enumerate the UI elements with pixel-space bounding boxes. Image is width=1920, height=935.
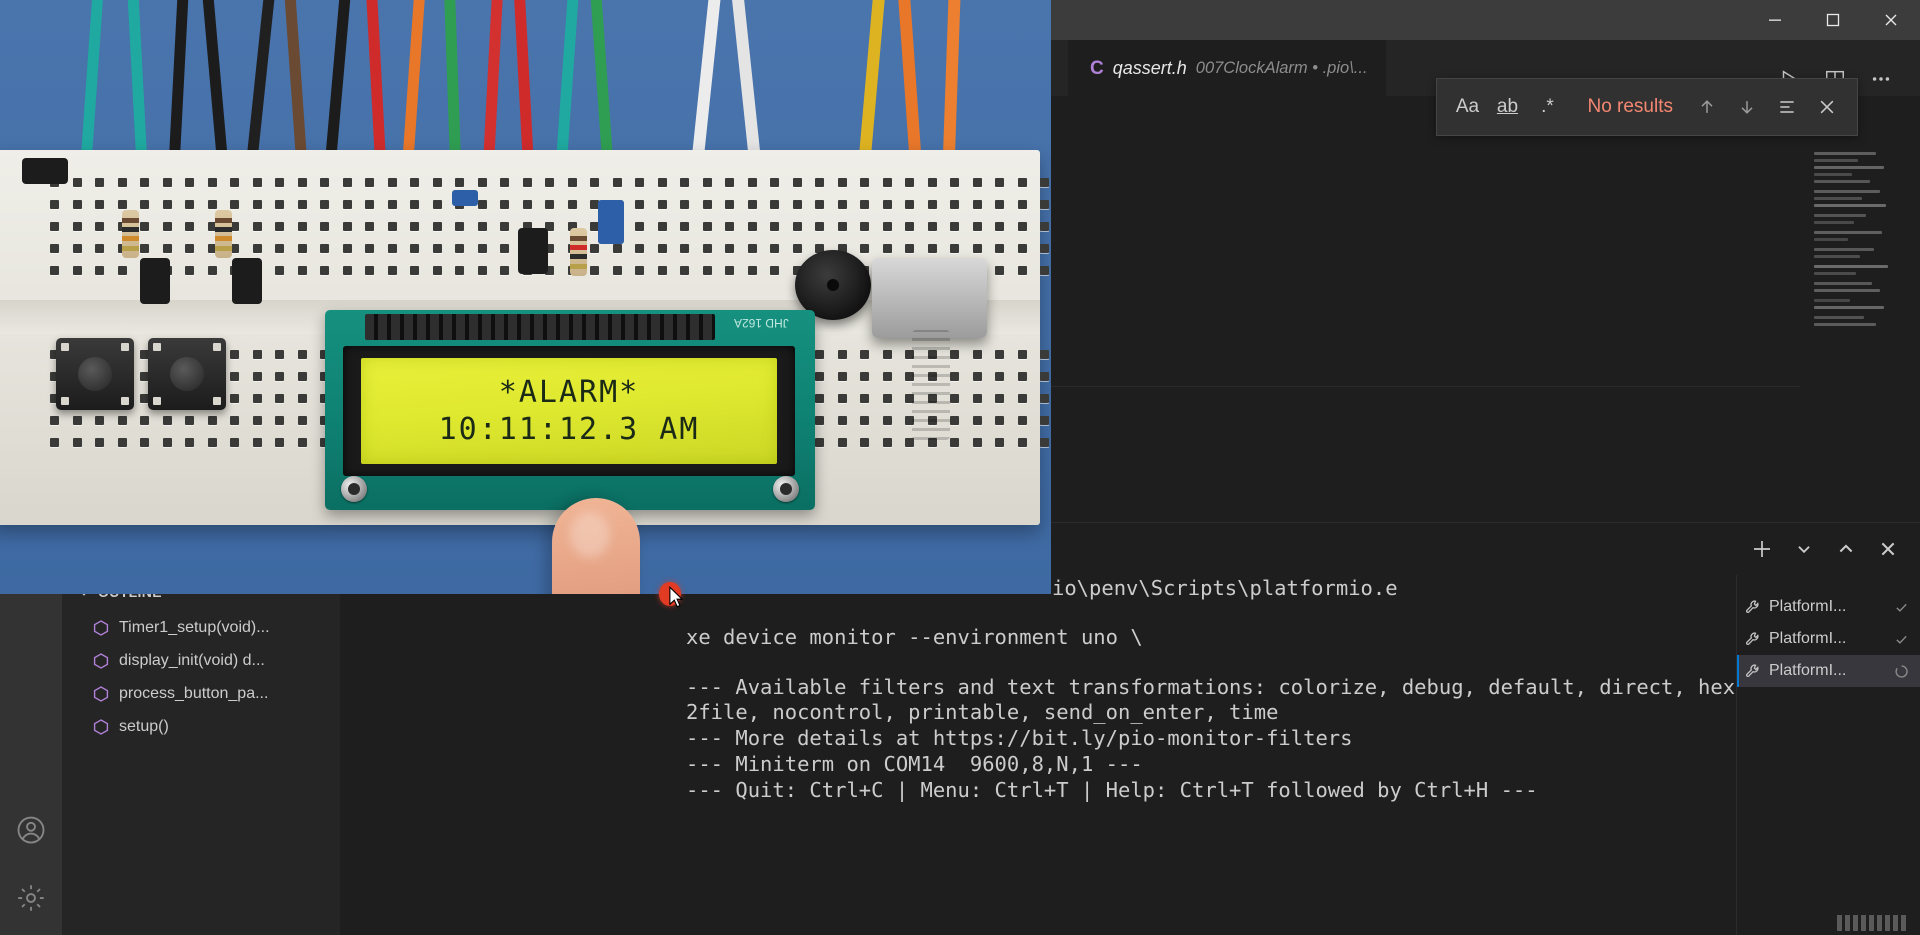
find-in-selection-icon[interactable]	[1767, 87, 1807, 127]
terminal-line: 2file, nocontrol, printable, send_on_ent…	[686, 700, 1279, 724]
regex-icon[interactable]: .*	[1527, 87, 1567, 127]
terminal-status-check-icon	[1892, 600, 1910, 615]
terminal-line: --- Miniterm on COM14 9600,8,N,1 ---	[686, 752, 1143, 776]
find-previous-icon[interactable]	[1687, 87, 1727, 127]
symbol-method-icon	[92, 619, 110, 637]
lcd-pin-header	[365, 314, 715, 340]
terminal-path-fragment: io\penv\Scripts\platformio.e	[1052, 576, 1398, 600]
symbol-method-icon	[92, 685, 110, 703]
tactile-button-left	[56, 338, 134, 410]
outline-item-label: display_init(void) d...	[119, 651, 265, 669]
terminal-tab-label: PlatformI...	[1769, 662, 1847, 679]
jumper-connector	[140, 258, 170, 304]
terminal-wrench-icon	[1745, 599, 1761, 615]
more-actions-icon[interactable]	[1864, 62, 1898, 96]
account-icon[interactable]	[0, 799, 62, 861]
symbol-method-icon	[92, 652, 110, 670]
editor-tab-qassert-h[interactable]: C qassert.h 007ClockAlarm • .pio\...	[1068, 40, 1386, 96]
window-controls	[1746, 0, 1920, 40]
find-widget: Aa ab .* No results	[1436, 78, 1858, 136]
potentiometer-body	[872, 258, 987, 338]
outline-item[interactable]: display_init(void) d...	[62, 644, 340, 677]
jumper-connector	[232, 258, 262, 304]
potentiometer-shaft	[912, 330, 950, 440]
terminal-tab-active[interactable]: PlatformI...	[1737, 655, 1920, 687]
jumper-connector	[518, 228, 548, 274]
resistor	[122, 210, 139, 258]
resistor	[215, 210, 232, 258]
breadboard-hole-row	[50, 244, 1051, 253]
terminal-tab-label: PlatformI...	[1769, 598, 1847, 615]
c-file-icon: C	[1090, 57, 1104, 79]
terminal-output[interactable]: xe device monitor --environment uno \ --…	[680, 575, 1736, 935]
terminal-line: xe device monitor --environment uno \	[686, 625, 1143, 649]
jumper-connector	[598, 200, 624, 244]
outline-item[interactable]: setup()	[62, 710, 340, 743]
new-terminal-icon[interactable]	[1744, 531, 1780, 567]
lcd-screw	[773, 476, 799, 502]
outline-list: Timer1_setup(void)... display_init(void)…	[62, 609, 340, 743]
maximize-icon[interactable]	[1804, 0, 1862, 40]
terminal-status-spinner-icon	[1892, 664, 1910, 679]
lcd-line-2: 10:11:12.3 AM	[438, 412, 700, 447]
tab-filename: qassert.h	[1112, 58, 1187, 78]
terminal-status-check-icon	[1892, 632, 1910, 647]
find-close-icon[interactable]	[1807, 87, 1847, 127]
resistor	[570, 228, 587, 276]
lcd-screen: *ALARM* 10:11:12.3 AM	[361, 358, 777, 464]
lcd-screw	[341, 476, 367, 502]
lcd-module-label: JHD 162A	[734, 316, 789, 330]
terminal-wrench-icon	[1745, 631, 1761, 647]
close-panel-icon[interactable]	[1870, 531, 1906, 567]
tactile-button-right	[148, 338, 226, 410]
terminal-wrench-icon	[1745, 663, 1761, 679]
terminal-line: --- Quit: Ctrl+C | Menu: Ctrl+T | Help: …	[686, 778, 1538, 802]
launch-profile-chevron-icon[interactable]	[1786, 531, 1822, 567]
outline-item-label: process_button_pa...	[119, 684, 269, 702]
screen-root: al Studio Code	[0, 0, 1920, 935]
minimize-icon[interactable]	[1746, 0, 1804, 40]
breadboard-hole-row	[50, 200, 1051, 209]
find-next-icon[interactable]	[1727, 87, 1767, 127]
terminal-line: --- Available filters and text transform…	[686, 675, 1736, 699]
outline-item-label: setup()	[119, 717, 169, 735]
outline-item-label: Timer1_setup(void)...	[119, 618, 270, 636]
outline-item[interactable]: Timer1_setup(void)...	[62, 611, 340, 644]
whole-word-icon[interactable]: ab	[1487, 87, 1527, 127]
settings-gear-icon[interactable]	[0, 867, 62, 929]
close-icon[interactable]	[1862, 0, 1920, 40]
breadboard-hole-row	[50, 222, 1051, 231]
jumper-connector	[22, 158, 68, 184]
find-result-count: No results	[1587, 96, 1673, 117]
terminal-tab[interactable]: PlatformI...	[1737, 591, 1920, 623]
terminal-tab[interactable]: PlatformI...	[1737, 623, 1920, 655]
finger	[552, 498, 640, 594]
status-stripe	[1837, 915, 1906, 931]
terminal-line: --- More details at https://bit.ly/pio-m…	[686, 726, 1353, 750]
jumper-connector	[452, 190, 478, 206]
camera-overlay: JHD 162A *ALARM* 10:11:12.3 AM	[0, 0, 1051, 594]
lcd-bezel: *ALARM* 10:11:12.3 AM	[343, 346, 795, 476]
tab-path: 007ClockAlarm • .pio\...	[1195, 59, 1368, 77]
lcd-module: JHD 162A *ALARM* 10:11:12.3 AM	[325, 310, 815, 510]
terminal-tab-label: PlatformI...	[1769, 630, 1847, 647]
breadboard-hole-row	[50, 178, 1051, 187]
maximize-panel-icon[interactable]	[1828, 531, 1864, 567]
terminal-tabs-list: PlatformI... PlatformI... PlatformI...	[1736, 575, 1920, 935]
lcd-line-1: *ALARM*	[498, 374, 640, 410]
match-case-icon[interactable]: Aa	[1447, 87, 1487, 127]
outline-item[interactable]: process_button_pa...	[62, 677, 340, 710]
mouse-cursor-icon	[669, 586, 684, 608]
symbol-method-icon	[92, 718, 110, 736]
